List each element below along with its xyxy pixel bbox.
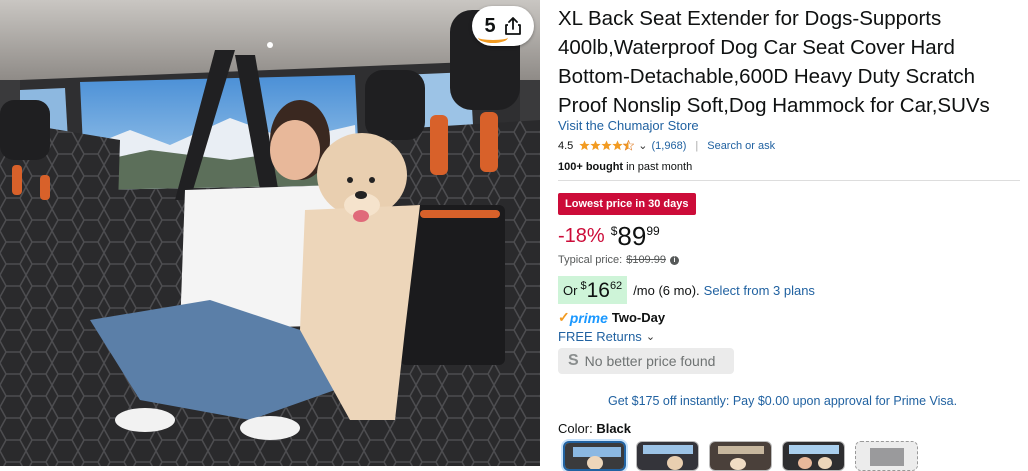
swatch-thumbnail	[710, 442, 771, 470]
monthly-term: /mo (6 mo).	[633, 282, 700, 298]
discount-percent: -18%	[558, 225, 605, 247]
prime-logo: prime	[569, 309, 608, 326]
star-icon	[579, 140, 590, 151]
rating-row: 4.5 ⌄ (1,968) | Search or ask	[558, 139, 775, 153]
color-swatch[interactable]	[563, 441, 626, 471]
prime-delivery: ✓ prime Two-Day	[558, 309, 665, 326]
search-or-ask-link[interactable]: Search or ask	[707, 140, 775, 152]
color-selector-label: Color: Black	[558, 421, 631, 436]
monthly-payment: Or $ 16 62 /mo (6 mo). Select from 3 pla…	[558, 276, 815, 304]
swatch-thumbnail	[856, 442, 917, 470]
half-star-icon	[623, 140, 635, 151]
swatch-thumbnail	[637, 442, 698, 470]
star-icon	[612, 140, 623, 151]
two-day-label: Two-Day	[611, 310, 666, 325]
price-check-icon: S	[568, 352, 579, 369]
bought-bold: 100+ bought	[558, 161, 624, 173]
product-photo	[0, 0, 540, 466]
no-better-price-button[interactable]: S No better price found	[558, 348, 734, 374]
free-returns[interactable]: FREE Returns ⌄	[558, 329, 655, 344]
divider	[558, 180, 1020, 181]
free-returns-label[interactable]: FREE Returns	[558, 329, 642, 344]
swatch-thumbnail	[783, 442, 844, 470]
share-badge[interactable]: 5	[472, 6, 534, 46]
monthly-or: Or	[563, 283, 578, 298]
color-label: Color:	[558, 421, 593, 436]
monthly-fraction: 62	[609, 280, 623, 292]
rating-value: 4.5	[558, 139, 574, 152]
price-fraction: 99	[646, 224, 660, 238]
divider: |	[695, 139, 699, 152]
product-image[interactable]	[0, 0, 540, 466]
prime-check-icon: ✓	[558, 309, 570, 325]
star-rating[interactable]	[579, 140, 635, 151]
prime-visa-offer-link[interactable]: Get $175 off instantly: Pay $0.00 upon a…	[608, 394, 957, 408]
bought-count: 100+ bought in past month	[558, 161, 692, 173]
typical-price: Typical price: $109.99 i	[558, 254, 679, 266]
star-icon	[601, 140, 612, 151]
swatch-thumbnail	[565, 443, 624, 469]
price-whole: 89	[617, 221, 647, 251]
typical-price-value: $109.99	[626, 254, 666, 266]
deal-badge: Lowest price in 30 days	[558, 193, 696, 215]
star-icon	[590, 140, 601, 151]
chevron-down-icon[interactable]: ⌄	[638, 139, 647, 152]
share-count: 5	[478, 15, 509, 43]
select-plans-link[interactable]: Select from 3 plans	[704, 283, 815, 298]
bought-rest: in past month	[623, 161, 693, 173]
rating-count-link[interactable]: (1,968)	[652, 140, 687, 152]
info-icon[interactable]: i	[669, 255, 679, 265]
color-swatch[interactable]	[709, 441, 772, 471]
no-better-price-label: No better price found	[584, 353, 716, 369]
store-link[interactable]: Visit the Chumajor Store	[558, 118, 699, 133]
color-swatch[interactable]	[636, 441, 699, 471]
color-swatch-unavailable[interactable]	[855, 441, 918, 471]
price-row: -18% $ 89 99	[558, 222, 660, 250]
product-title: XL Back Seat Extender for Dogs-Supports …	[558, 7, 990, 117]
color-value: Black	[596, 421, 632, 436]
color-swatch[interactable]	[782, 441, 845, 471]
monthly-price-box: Or $ 16 62	[558, 276, 628, 304]
price-currency: $	[610, 224, 618, 238]
typical-price-label: Typical price:	[558, 254, 623, 266]
color-swatches	[563, 441, 918, 471]
chevron-down-icon[interactable]: ⌄	[646, 330, 655, 343]
monthly-whole: 16	[586, 279, 610, 302]
